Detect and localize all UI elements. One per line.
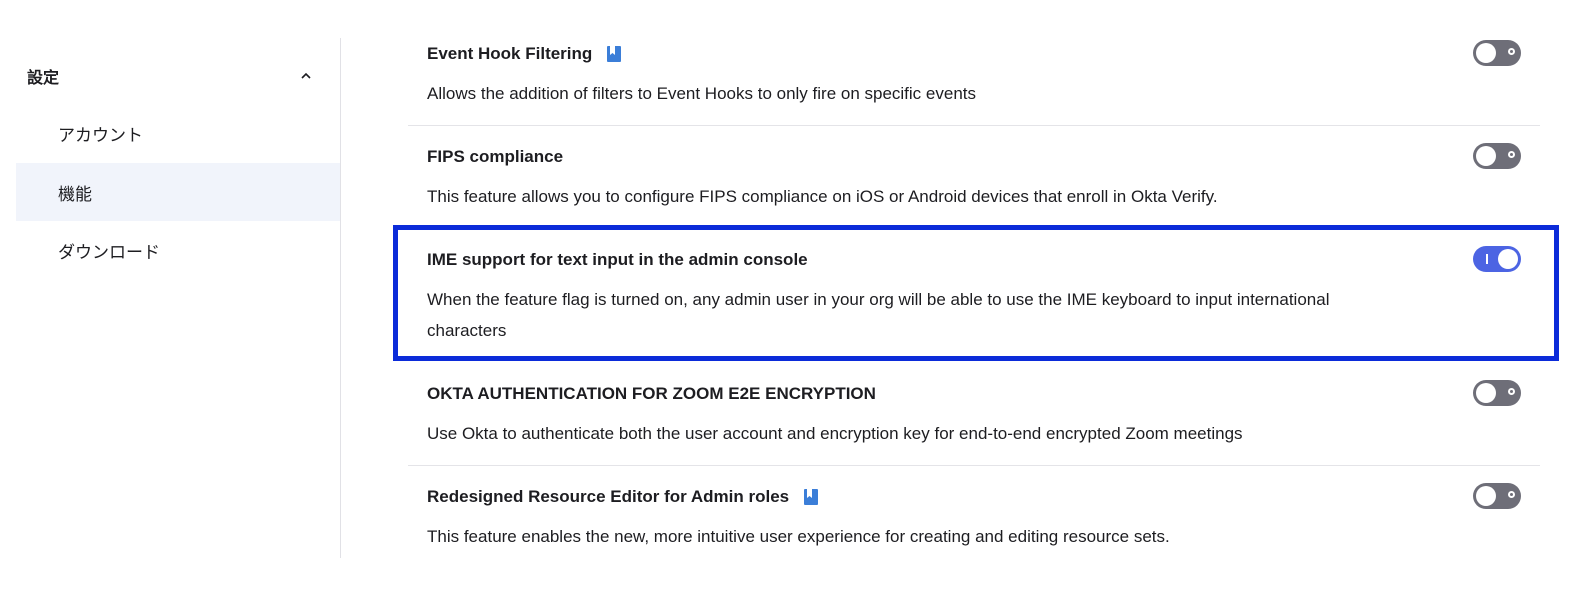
documentation-icon[interactable] bbox=[606, 45, 622, 63]
settings-section-header[interactable]: 設定 bbox=[16, 56, 326, 96]
feature-toggle[interactable] bbox=[1473, 380, 1521, 406]
feature-row: Redesigned Resource Editor for Admin rol… bbox=[408, 466, 1540, 576]
sidebar-title: 設定 bbox=[27, 70, 60, 87]
chevron-up-icon[interactable] bbox=[300, 70, 312, 82]
feature-title-text: OKTA AUTHENTICATION FOR ZOOM E2E ENCRYPT… bbox=[427, 384, 876, 403]
feature-title: Redesigned Resource Editor for Admin rol… bbox=[427, 487, 819, 507]
toggle-off-icon bbox=[1508, 388, 1515, 395]
feature-row: FIPS compliance This feature allows you … bbox=[408, 126, 1540, 226]
toggle-knob bbox=[1476, 486, 1496, 506]
toggle-off-icon bbox=[1508, 151, 1515, 158]
sidebar-item-downloads[interactable]: ダウンロード bbox=[16, 221, 340, 279]
toggle-knob bbox=[1476, 43, 1496, 63]
toggle-knob bbox=[1476, 146, 1496, 166]
feature-toggle[interactable] bbox=[1473, 483, 1521, 509]
feature-toggle[interactable] bbox=[1473, 40, 1521, 66]
feature-description: Use Okta to authenticate both the user a… bbox=[427, 424, 1243, 443]
sidebar-item-features[interactable]: 機能 bbox=[16, 163, 340, 221]
feature-title: IME support for text input in the admin … bbox=[427, 250, 808, 270]
feature-title: OKTA AUTHENTICATION FOR ZOOM E2E ENCRYPT… bbox=[427, 384, 876, 404]
sidebar-item-label: アカウント bbox=[58, 125, 143, 145]
sidebar-item-account[interactable]: アカウント bbox=[16, 104, 340, 162]
feature-title: FIPS compliance bbox=[427, 147, 563, 167]
sidebar-item-label: ダウンロード bbox=[58, 242, 160, 262]
feature-description: This feature enables the new, more intui… bbox=[427, 527, 1170, 546]
toggle-off-icon bbox=[1508, 491, 1515, 498]
feature-title-text: IME support for text input in the admin … bbox=[427, 250, 808, 269]
feature-title: Event Hook Filtering bbox=[427, 44, 622, 64]
feature-row: OKTA AUTHENTICATION FOR ZOOM E2E ENCRYPT… bbox=[408, 362, 1540, 466]
toggle-off-icon bbox=[1508, 48, 1515, 55]
feature-description: When the feature flag is turned on, any … bbox=[427, 290, 1330, 340]
feature-toggle[interactable] bbox=[1473, 246, 1521, 272]
feature-row: IME support for text input in the admin … bbox=[408, 226, 1540, 362]
feature-title-text: FIPS compliance bbox=[427, 147, 564, 166]
feature-description: This feature allows you to configure FIP… bbox=[427, 187, 1218, 206]
feature-title-text: Redesigned Resource Editor for Admin rol… bbox=[427, 487, 790, 506]
feature-toggle[interactable] bbox=[1473, 143, 1521, 169]
sidebar-item-label: 機能 bbox=[58, 184, 92, 204]
documentation-icon[interactable] bbox=[803, 488, 819, 506]
feature-title-text: Event Hook Filtering bbox=[427, 44, 593, 63]
toggle-knob bbox=[1498, 249, 1518, 269]
features-list: Event Hook Filtering Allows the addition… bbox=[408, 0, 1540, 590]
toggle-knob bbox=[1476, 383, 1496, 403]
toggle-on-icon bbox=[1486, 254, 1488, 264]
feature-row: Event Hook Filtering Allows the addition… bbox=[408, 0, 1540, 126]
settings-sidebar: 設定 アカウント 機能 ダウンロード bbox=[16, 38, 341, 558]
feature-description: Allows the addition of filters to Event … bbox=[427, 84, 976, 103]
